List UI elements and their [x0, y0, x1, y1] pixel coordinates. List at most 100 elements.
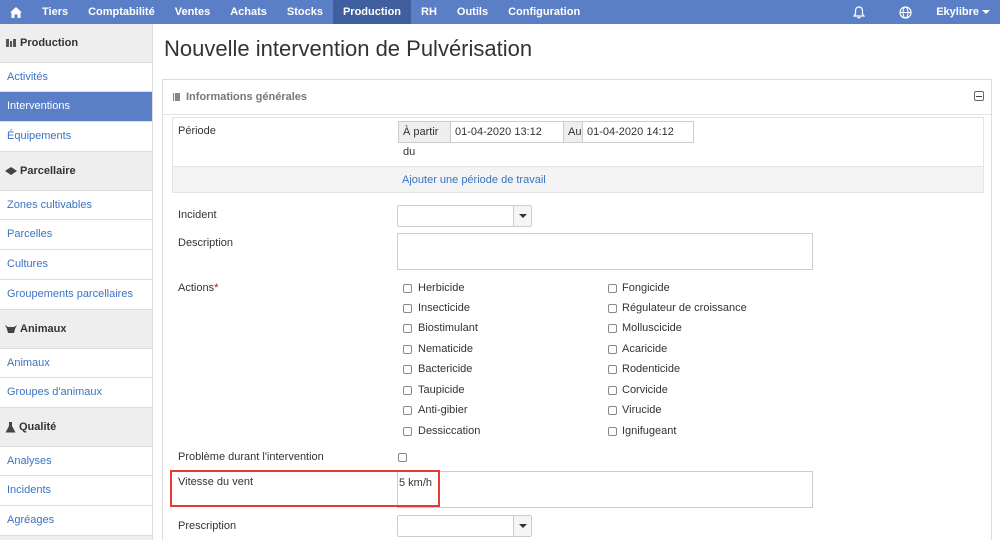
sidebar-section-title: Qualité [19, 421, 57, 433]
highlight-box [170, 470, 440, 507]
sidebar-section-production: Production [0, 24, 152, 62]
chevron-down-icon[interactable] [513, 516, 531, 536]
flask-icon [5, 421, 16, 432]
user-menu[interactable]: Ekylibre [920, 6, 1000, 18]
description-label: Description [178, 237, 234, 249]
sidebar-item-zones-cultivables[interactable]: Zones cultivables [0, 190, 152, 220]
checkbox-label: Virucide [622, 404, 662, 416]
description-field[interactable] [397, 233, 813, 270]
checkbox-label: Taupicide [418, 384, 465, 396]
checkbox-label: Fongicide [622, 282, 670, 294]
sidebar-section-title: Parcellaire [20, 165, 76, 177]
sidebar-item-cultures[interactable]: Cultures [0, 250, 152, 280]
panel-header: Informations générales [163, 80, 991, 115]
checkbox-label: Herbicide [418, 282, 465, 294]
add-work-period-link[interactable]: Ajouter une période de travail [402, 174, 546, 186]
production-icon [6, 39, 16, 47]
sidebar-item-groupes-animaux[interactable]: Groupes d'animaux [0, 378, 152, 408]
checkbox-corvicide[interactable] [608, 386, 617, 395]
sidebar-item-activites[interactable]: Activités [0, 62, 152, 92]
checkbox-label: Nematicide [418, 343, 474, 355]
sidebar-item-agreages[interactable]: Agréages [0, 506, 152, 536]
actions-label-text: Actions [178, 282, 215, 294]
sidebar-section-parcellaire: Parcellaire [0, 152, 152, 190]
land-icon [5, 167, 17, 175]
home-icon[interactable] [0, 0, 32, 24]
to-date-input[interactable]: 01-04-2020 14:12 [582, 121, 694, 143]
collapse-icon[interactable] [974, 91, 984, 101]
required-marker: * [214, 282, 219, 294]
sidebar-item-animaux[interactable]: Animaux [0, 348, 152, 378]
sidebar-item-parcelles[interactable]: Parcelles [0, 220, 152, 250]
checkbox-label: Insecticide [418, 302, 470, 314]
sidebar-section-title: Production [20, 37, 79, 49]
panel-heading: Informations générales [186, 91, 308, 103]
checkbox-label: Bactericide [418, 363, 473, 375]
checkbox-taupicide[interactable] [403, 386, 412, 395]
checkbox-bactericide[interactable] [403, 365, 412, 374]
from-date-input[interactable]: 01-04-2020 13:12 [450, 121, 564, 143]
nav-rh[interactable]: RH [411, 0, 447, 24]
checkbox-label: Molluscicide [622, 322, 682, 334]
sidebar-section-qualite: Qualité [0, 408, 152, 446]
periode-label: Période [178, 125, 216, 137]
prescription-label: Prescription [178, 520, 237, 532]
incident-select[interactable] [397, 205, 532, 227]
checkbox-label: Anti-gibier [418, 404, 468, 416]
globe-icon[interactable] [890, 0, 920, 24]
checkbox-biostimulant[interactable] [403, 324, 412, 333]
incident-label: Incident [178, 209, 217, 221]
top-navbar: Tiers Comptabilité Ventes Achats Stocks … [0, 0, 1000, 24]
checkbox-ignifugeant[interactable] [608, 427, 617, 436]
checkbox-rodenticide[interactable] [608, 365, 617, 374]
checkbox-regulateur-croissance[interactable] [608, 304, 617, 313]
checkbox-fongicide[interactable] [608, 284, 617, 293]
to-addon: Au [563, 121, 584, 143]
checkbox-dessiccation[interactable] [403, 427, 412, 436]
checkbox-insecticide[interactable] [403, 304, 412, 313]
nav-stocks[interactable]: Stocks [277, 0, 333, 24]
nav-outils[interactable]: Outils [447, 0, 498, 24]
sidebar-item-equipements[interactable]: Équipements [0, 122, 152, 152]
prescription-select[interactable] [397, 515, 532, 537]
actions-label: Actions* [178, 282, 218, 294]
period-footer: Ajouter une période de travail [173, 166, 983, 192]
nav-configuration[interactable]: Configuration [498, 0, 590, 24]
checkbox-label: Dessiccation [418, 425, 481, 437]
chevron-down-icon[interactable] [513, 206, 531, 226]
nav-achats[interactable]: Achats [220, 0, 277, 24]
nav-production[interactable]: Production [332, 0, 412, 24]
nav-tiers[interactable]: Tiers [32, 0, 78, 24]
sidebar-section-animaux: Animaux [0, 310, 152, 348]
sidebar: Production Activités Interventions Équip… [0, 24, 153, 540]
checkbox-label: Rodenticide [622, 363, 681, 375]
sidebar-item-analyses[interactable]: Analyses [0, 446, 152, 476]
page-title: Nouvelle intervention de Pulvérisation [164, 36, 533, 61]
checkbox-acaricide[interactable] [608, 345, 617, 354]
cow-icon [5, 325, 17, 333]
wind-speed-field[interactable] [397, 471, 813, 508]
checkbox-probleme[interactable] [398, 453, 407, 462]
bell-icon[interactable] [844, 0, 874, 24]
checkbox-virucide[interactable] [608, 406, 617, 415]
checkbox-anti-gibier[interactable] [403, 406, 412, 415]
checkbox-label: Biostimulant [418, 322, 478, 334]
chevron-down-icon [982, 10, 990, 14]
sidebar-item-incidents[interactable]: Incidents [0, 476, 152, 506]
checkbox-label: Régulateur de croissance [622, 302, 747, 314]
checkbox-label: Ignifugeant [622, 425, 677, 437]
sidebar-item-interventions[interactable]: Interventions [0, 92, 152, 122]
checkbox-label: Acaricide [622, 343, 668, 355]
book-icon [173, 93, 180, 101]
sidebar-section-title: Animaux [20, 323, 67, 335]
checkbox-herbicide[interactable] [403, 284, 412, 293]
checkbox-label: Corvicide [622, 384, 668, 396]
checkbox-nematicide[interactable] [403, 345, 412, 354]
nav-ventes[interactable]: Ventes [165, 0, 220, 24]
probleme-label: Problème durant l'intervention [178, 451, 324, 463]
checkbox-molluscicide[interactable] [608, 324, 617, 333]
from-addon: À partir du [398, 121, 451, 158]
sidebar-item-groupements-parcellaires[interactable]: Groupements parcellaires [0, 280, 152, 310]
nav-comptabilite[interactable]: Comptabilité [78, 0, 165, 24]
user-name: Ekylibre [936, 6, 979, 18]
